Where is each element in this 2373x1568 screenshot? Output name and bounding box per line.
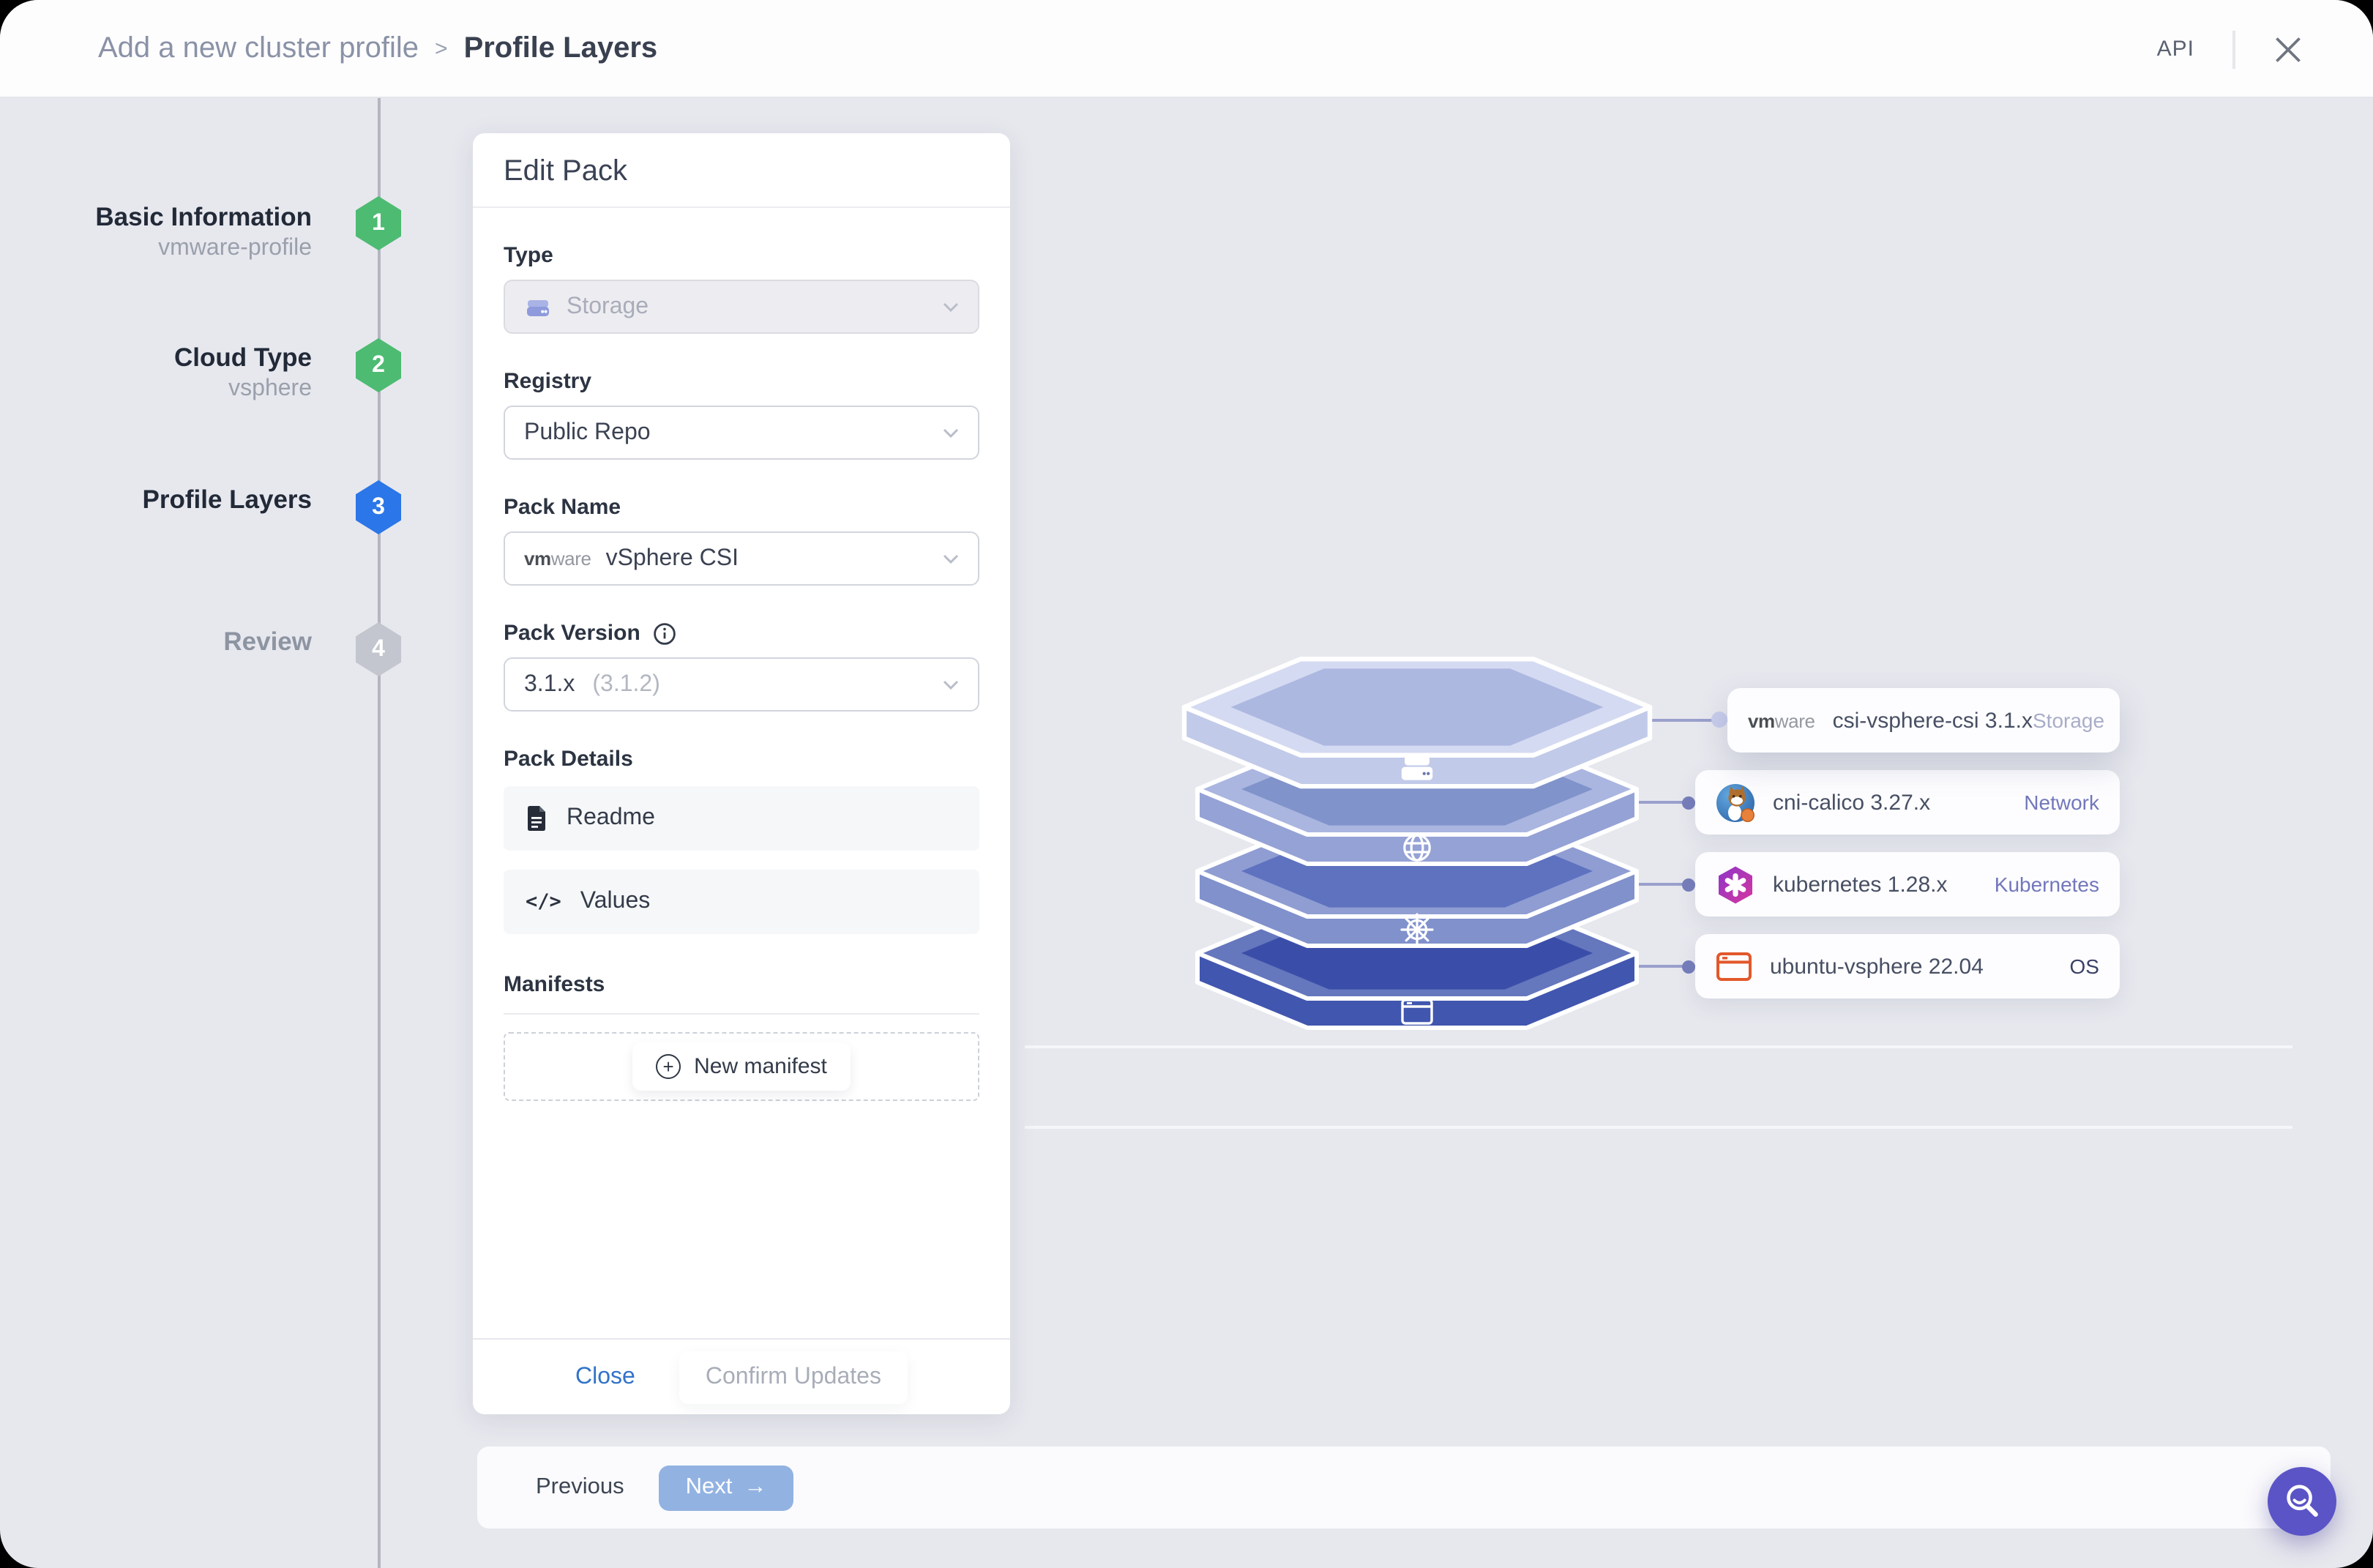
layer-card-storage[interactable]: vmware csi-vsphere-csi 3.1.x Storage [1727, 688, 2120, 753]
stepper-label-review[interactable]: Review [0, 625, 312, 657]
next-label: Next [685, 1474, 733, 1499]
breadcrumb: Add a new cluster profile > Profile Laye… [98, 0, 657, 98]
layer-card-kubernetes[interactable]: kubernetes 1.28.x Kubernetes [1695, 852, 2120, 916]
confirm-updates-button[interactable]: Confirm Updates [679, 1351, 908, 1403]
step-title: Review [223, 627, 312, 656]
type-select[interactable]: Storage [504, 280, 979, 334]
chevron-down-icon [943, 679, 959, 690]
decor-line [1025, 1045, 2292, 1048]
layer-card-title: cni-calico 3.27.x [1773, 790, 1931, 815]
values-row[interactable]: </> Values [504, 870, 979, 934]
connector-dot [1682, 796, 1695, 809]
pack-version-value: 3.1.x [524, 671, 575, 696]
layer-card-network[interactable]: cni-calico 3.27.x Network [1695, 770, 2120, 835]
previous-button[interactable]: Previous [536, 1474, 624, 1501]
pack-version-hint: (3.1.2) [592, 671, 660, 696]
document-icon [528, 806, 545, 831]
code-icon: </> [526, 890, 561, 914]
breadcrumb-separator: > [435, 37, 448, 61]
manifests-label: Manifests [504, 972, 605, 997]
page-title: Profile Layers [463, 32, 658, 64]
close-button[interactable]: Close [575, 1364, 635, 1390]
registry-label: Registry [504, 369, 592, 394]
chevron-down-icon [943, 302, 959, 312]
registry-select[interactable]: Public Repo [504, 406, 979, 460]
chevron-down-icon [943, 428, 959, 438]
layer-card-os[interactable]: ubuntu-vsphere 22.04 OS [1695, 934, 2120, 998]
search-icon [2286, 1484, 2317, 1516]
kubernetes-hexagon-logo [1719, 865, 1752, 903]
layer-card-category: Kubernetes [1994, 873, 2099, 896]
arrow-right-icon: → [744, 1474, 767, 1499]
step-number: 1 [372, 210, 385, 235]
edit-pack-panel: Edit Pack Type Storage Registry Public R… [473, 133, 1010, 1414]
readme-label: Readme [567, 805, 655, 830]
connector-dot [1682, 878, 1695, 891]
stepper-label-cloud-type[interactable]: Cloud Type vsphere [0, 341, 312, 404]
step-title: Basic Information [95, 202, 312, 231]
pack-version-select[interactable]: 3.1.x (3.1.2) [504, 657, 979, 712]
type-value: Storage [567, 294, 649, 318]
step-subtitle: vmware-profile [158, 236, 312, 261]
storage-drive-icon [527, 299, 549, 316]
edit-pack-title: Edit Pack [473, 133, 1010, 208]
stepper-hexagon-3[interactable]: 3 [356, 480, 401, 534]
readme-row[interactable]: Readme [504, 786, 979, 851]
values-label: Values [580, 889, 651, 914]
layer-card-category: Storage [2033, 709, 2105, 732]
connector-dot [1711, 712, 1727, 728]
close-icon[interactable] [2273, 34, 2303, 64]
new-manifest-button[interactable]: + New manifest [632, 1042, 851, 1091]
vmware-wordmark: vmware [1748, 709, 1815, 731]
ubuntu-window-logo [1716, 952, 1752, 981]
stepper-hexagon-4: 4 [356, 622, 401, 676]
stepper-line [378, 98, 381, 1568]
helm-wheel-icon [1400, 913, 1434, 947]
next-button[interactable]: Next → [659, 1465, 793, 1510]
stepper-hexagon-2[interactable]: 2 [356, 338, 401, 392]
layer-card-title: csi-vsphere-csi 3.1.x [1832, 708, 2033, 733]
layer-card-title: kubernetes 1.28.x [1773, 872, 1948, 897]
stepper-label-profile-layers[interactable]: Profile Layers [0, 483, 313, 515]
step-title: Cloud Type [174, 343, 312, 372]
calico-cat-logo [1716, 783, 1755, 822]
stepper-hexagon-1[interactable]: 1 [356, 196, 401, 250]
layer-card-category: Network [2024, 791, 2099, 814]
storage-drive-icon [1401, 755, 1433, 780]
layer-card-category: OS [2069, 955, 2099, 978]
pack-name-value: vSphere CSI [605, 545, 739, 570]
manifests-divider [504, 1013, 979, 1015]
pack-name-select[interactable]: vmware vSphere CSI [504, 531, 979, 586]
pack-details-label: Pack Details [504, 747, 633, 772]
info-icon[interactable] [654, 621, 677, 645]
stack-layer-storage[interactable] [1184, 659, 1650, 786]
step-title: Profile Layers [142, 485, 313, 514]
header-divider [2232, 30, 2235, 68]
type-label: Type [504, 243, 553, 268]
app-window: Add a new cluster profile > Profile Laye… [0, 0, 2373, 1568]
step-number: 3 [372, 494, 385, 519]
vmware-wordmark: vmware [524, 548, 591, 570]
wizard-footer-bar: Previous Next → [477, 1446, 2331, 1528]
chevron-down-icon [943, 553, 959, 564]
step-subtitle: vsphere [228, 376, 312, 401]
api-link[interactable]: API [2157, 37, 2194, 61]
edit-pack-footer: Close Confirm Updates [473, 1338, 1010, 1414]
header: Add a new cluster profile > Profile Laye… [0, 0, 2373, 98]
pack-name-label: Pack Name [504, 495, 621, 520]
search-fab-button[interactable] [2268, 1467, 2336, 1536]
profile-layer-stack [1180, 653, 1654, 1037]
registry-value: Public Repo [524, 419, 651, 444]
breadcrumb-parent-link[interactable]: Add a new cluster profile [98, 32, 419, 66]
layer-card-title: ubuntu-vsphere 22.04 [1770, 954, 1984, 979]
new-manifest-label: New manifest [694, 1054, 827, 1079]
connector-dot [1682, 960, 1695, 973]
manifests-dropzone: + New manifest [504, 1032, 979, 1101]
pack-version-label: Pack Version [504, 621, 640, 646]
decor-line [1025, 1126, 2292, 1129]
step-number: 4 [372, 636, 385, 661]
plus-circle-icon: + [656, 1054, 681, 1079]
step-number: 2 [372, 352, 385, 377]
stepper-label-basic-information[interactable]: Basic Information vmware-profile [0, 201, 312, 264]
